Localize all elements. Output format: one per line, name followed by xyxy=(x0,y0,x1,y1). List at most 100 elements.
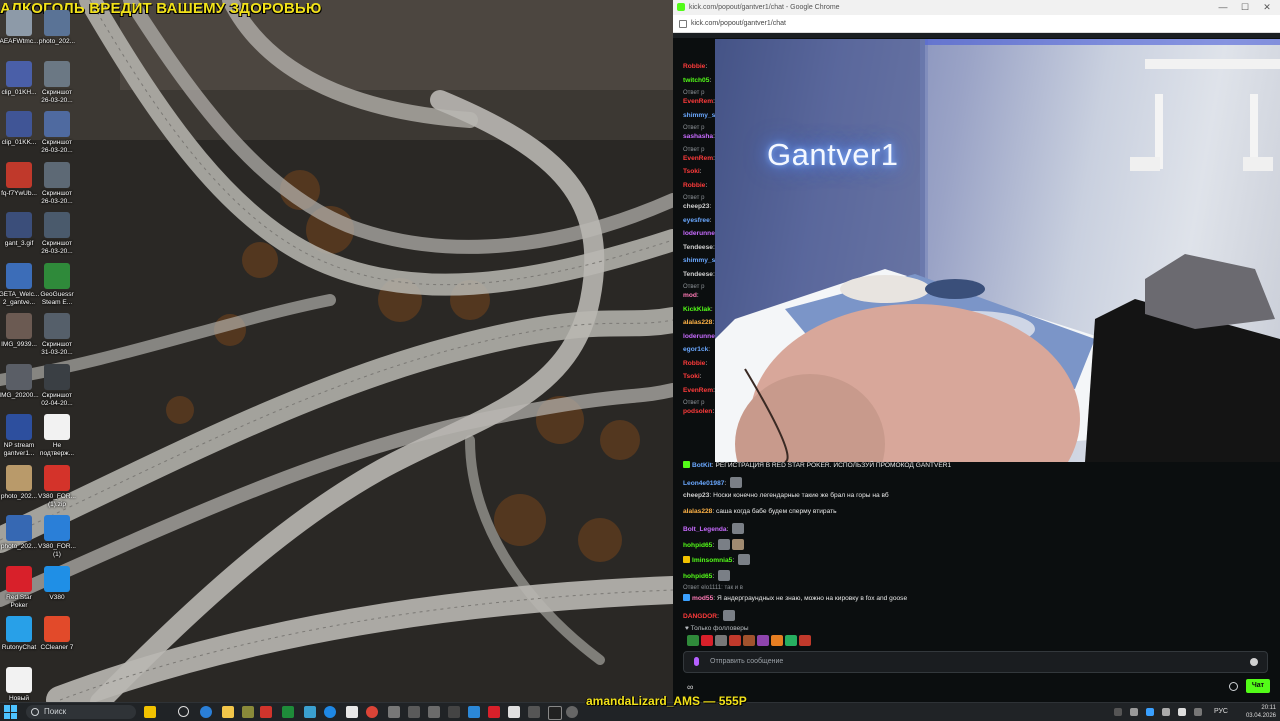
quick-emote-icon[interactable] xyxy=(701,635,713,646)
chat-username[interactable]: loderunne xyxy=(683,333,715,340)
file-explorer-icon[interactable] xyxy=(222,706,234,718)
tray-icon-1[interactable] xyxy=(1114,708,1122,716)
start-button[interactable] xyxy=(4,705,18,719)
microphone-icon[interactable] xyxy=(694,657,699,666)
window-titlebar[interactable]: kick.com/popout/gantver1/chat - Google C… xyxy=(673,0,1280,15)
app-64-icon[interactable] xyxy=(260,706,272,718)
chat-username[interactable]: hohpid65 xyxy=(683,573,712,580)
tray-icon-6[interactable] xyxy=(1194,708,1202,716)
address-bar[interactable]: kick.com/popout/gantver1/chat xyxy=(673,15,1280,33)
gear-icon[interactable] xyxy=(1229,682,1238,691)
app-icon-11[interactable] xyxy=(388,706,400,718)
send-chat-button[interactable]: Чат xyxy=(1246,679,1270,693)
desktop-icon[interactable]: Скриншот 26-03-20... xyxy=(32,60,82,105)
quick-emote-icon[interactable] xyxy=(743,635,755,646)
chat-username[interactable]: Leon4e01987 xyxy=(683,480,724,487)
address-url[interactable]: kick.com/popout/gantver1/chat xyxy=(691,15,786,32)
tray-icon-3[interactable] xyxy=(1146,708,1154,716)
game-app-icon[interactable] xyxy=(282,706,294,718)
site-info-icon[interactable] xyxy=(679,20,687,28)
desktop-icon[interactable]: V380 xyxy=(32,565,82,602)
app-icon-20[interactable] xyxy=(566,706,578,718)
close-button[interactable]: ✕ xyxy=(1256,0,1278,15)
chat-username[interactable]: podsolen xyxy=(683,408,712,415)
desktop-icon[interactable]: Не подтверж... xyxy=(32,414,82,458)
app-icon-14[interactable] xyxy=(448,706,460,718)
chat-username[interactable]: KickKlak xyxy=(683,306,711,313)
chat-username[interactable]: EvenRem xyxy=(683,155,713,162)
maximize-button[interactable]: ☐ xyxy=(1234,0,1256,15)
desktop-icon[interactable]: Скриншот 26-03-20... xyxy=(32,161,82,206)
chat-emote-icon[interactable] xyxy=(717,569,730,581)
chat-username[interactable]: Tendeese xyxy=(683,271,713,278)
app-icon-13[interactable] xyxy=(428,706,440,718)
chat-emote-icon[interactable] xyxy=(737,554,750,565)
chat-username[interactable]: Robbie xyxy=(683,182,705,189)
chat-username[interactable]: loderunne xyxy=(683,230,715,237)
chat-username[interactable]: alalas228 xyxy=(683,508,712,515)
emoji-picker-icon[interactable] xyxy=(1250,658,1258,666)
app-icon-9[interactable] xyxy=(346,706,358,718)
app-icon-17[interactable] xyxy=(508,706,520,718)
chat-username[interactable]: BotKit xyxy=(692,462,712,469)
quick-emote-icon[interactable] xyxy=(757,635,769,646)
chat-emote-icon[interactable] xyxy=(730,476,743,488)
taskbar-search[interactable]: Поиск xyxy=(26,705,136,719)
chat-username[interactable]: Tendeese xyxy=(683,244,713,251)
chrome-icon[interactable] xyxy=(366,706,378,718)
desktop-icon[interactable]: CCleaner 7 xyxy=(32,616,82,652)
chat-username[interactable]: Robbie xyxy=(683,63,705,70)
chat-username[interactable]: shimmy_s xyxy=(683,112,715,119)
minimize-button[interactable]: — xyxy=(1212,0,1234,15)
chat-username[interactable]: EvenRem xyxy=(683,98,713,105)
chat-username[interactable]: mod55 xyxy=(692,595,713,602)
desktop-icon[interactable]: Скриншот 02-04-20... xyxy=(32,363,82,408)
chat-username[interactable]: shimmy_s xyxy=(683,257,715,264)
tray-icon-5[interactable] xyxy=(1178,708,1186,716)
desktop-icon[interactable]: GeoGuessr Steam E... xyxy=(32,262,82,307)
app-icon-19[interactable] xyxy=(548,706,562,720)
clock-time[interactable]: 20:11 xyxy=(1246,704,1276,712)
chat-username[interactable]: DANGDOR xyxy=(683,613,717,620)
chat-reply-context[interactable]: Ответ р xyxy=(683,147,704,153)
chat-username[interactable]: Robbie xyxy=(683,360,705,367)
pin-app-icon[interactable] xyxy=(242,706,254,718)
chat-emote-icon[interactable] xyxy=(732,523,745,534)
chat-username[interactable]: twitch05 xyxy=(683,77,709,84)
tray-icon-4[interactable] xyxy=(1162,708,1170,716)
chat-reply-context[interactable]: Ответ р xyxy=(683,284,704,290)
chat-username[interactable]: mod xyxy=(683,292,697,299)
chat-reply-context[interactable]: Ответ р xyxy=(683,90,704,96)
chat-username[interactable]: Iminsomnia5 xyxy=(692,557,732,564)
desktop-icon[interactable]: Скриншот 26-03-20... xyxy=(32,111,82,155)
quick-emote-icon[interactable] xyxy=(687,635,699,646)
quick-emote-icon[interactable] xyxy=(799,635,811,646)
desktop-icon[interactable]: Скриншот 26-03-20... xyxy=(32,212,82,256)
chat-reply-context[interactable]: Ответ р xyxy=(683,400,704,406)
edge-browser-icon[interactable] xyxy=(324,706,336,718)
app-icon-15[interactable] xyxy=(468,706,480,718)
chat-username[interactable]: Bolt_Legenda xyxy=(683,526,727,533)
quick-emote-icon[interactable] xyxy=(771,635,783,646)
chat-reply-context[interactable]: Ответ р xyxy=(683,125,704,131)
tray-icon-2[interactable] xyxy=(1130,708,1138,716)
app-icon-7[interactable] xyxy=(304,706,316,718)
chat-username[interactable]: cheep23 xyxy=(683,203,709,210)
app-icon-12[interactable] xyxy=(408,706,420,718)
chat-emote-icon[interactable] xyxy=(731,538,744,550)
chat-username[interactable]: cheep23 xyxy=(683,492,709,499)
chat-username[interactable]: hohpid65 xyxy=(683,542,712,549)
chat-username[interactable]: egor1ck xyxy=(683,346,708,353)
chat-username[interactable]: sashasha xyxy=(683,133,713,140)
quick-emote-icon[interactable] xyxy=(715,635,727,646)
chat-username[interactable]: Tsoki xyxy=(683,168,700,175)
quick-emote-icon[interactable] xyxy=(729,635,741,646)
desktop-icon[interactable]: Новый текстовый ... xyxy=(0,666,44,703)
desktop-icon[interactable]: V380_FOR... (1).zip xyxy=(32,464,82,509)
desktop-icon[interactable]: Скриншот 31-03-20... xyxy=(32,313,82,357)
quick-emote-icon[interactable] xyxy=(785,635,797,646)
chat-username[interactable]: eyesfree xyxy=(683,217,710,224)
edge-icon[interactable] xyxy=(200,706,212,718)
chat-username[interactable]: alalas228 xyxy=(683,319,712,326)
clock-date[interactable]: 03.04.2026 xyxy=(1246,712,1276,720)
